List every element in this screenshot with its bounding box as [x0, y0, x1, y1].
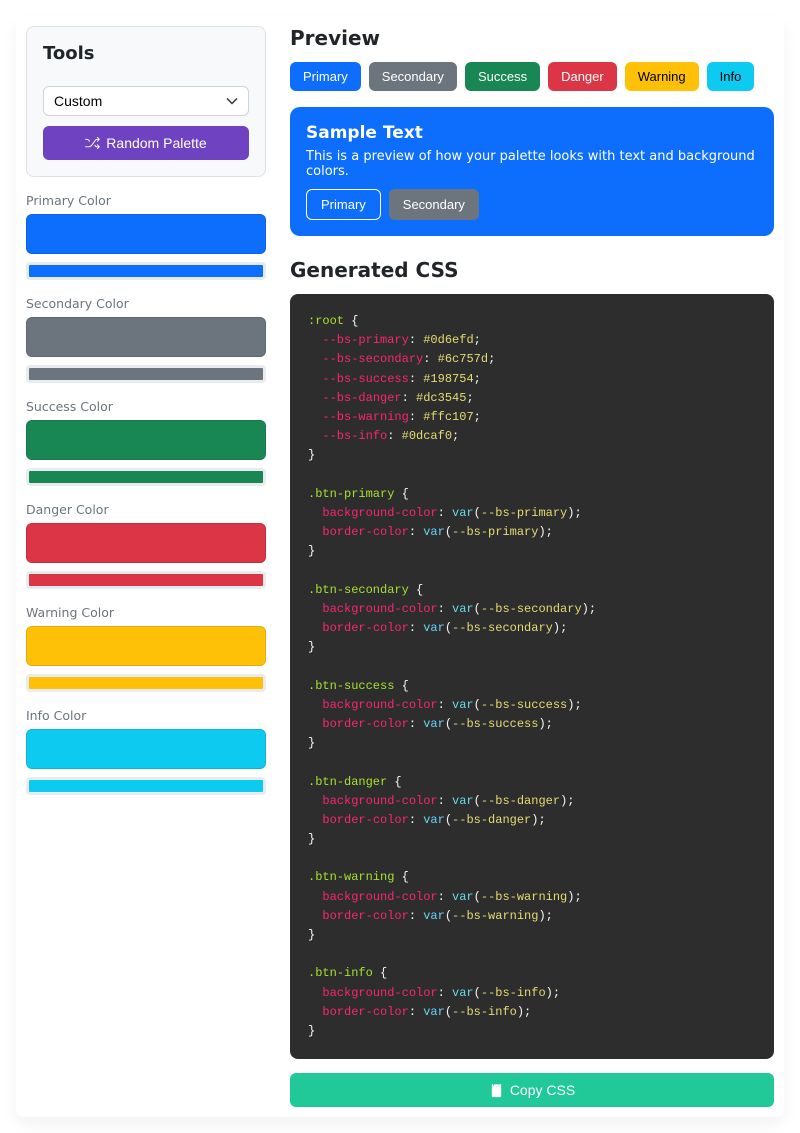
generated-css-output[interactable]: :root { --bs-primary: #0d6efd; --bs-seco… [290, 294, 774, 1059]
app-shell: Tools Custom Random Palette Primary Colo… [16, 16, 784, 1117]
preview-btn-info[interactable]: Info [707, 62, 755, 91]
primary-swatch[interactable] [26, 214, 266, 254]
tools-title: Tools [43, 43, 249, 64]
info-color-input[interactable] [26, 777, 266, 795]
preview-btn-warning[interactable]: Warning [625, 62, 699, 91]
preview-btn-primary[interactable]: Primary [290, 62, 361, 91]
preview-buttons: Primary Secondary Success Danger Warning… [290, 62, 774, 91]
shuffle-icon [85, 136, 100, 151]
tools-card: Tools Custom Random Palette [26, 26, 266, 177]
danger-color-group: Danger Color [26, 502, 266, 589]
sample-body: This is a preview of how your palette lo… [306, 149, 758, 179]
success-label: Success Color [26, 399, 266, 414]
copy-css-button[interactable]: Copy CSS [290, 1073, 774, 1107]
preview-title: Preview [290, 26, 774, 50]
secondary-swatch[interactable] [26, 317, 266, 357]
sample-btn-secondary[interactable]: Secondary [389, 189, 479, 220]
info-color-group: Info Color [26, 708, 266, 795]
warning-color-group: Warning Color [26, 605, 266, 692]
warning-color-input[interactable] [26, 674, 266, 692]
preview-btn-danger[interactable]: Danger [548, 62, 617, 91]
secondary-label: Secondary Color [26, 296, 266, 311]
secondary-color-input[interactable] [26, 365, 266, 383]
danger-label: Danger Color [26, 502, 266, 517]
success-color-group: Success Color [26, 399, 266, 486]
preview-btn-success[interactable]: Success [465, 62, 540, 91]
primary-color-group: Primary Color [26, 193, 266, 280]
copy-css-label: Copy CSS [510, 1082, 575, 1098]
success-swatch[interactable] [26, 420, 266, 460]
sample-card: Sample Text This is a preview of how you… [290, 107, 774, 236]
secondary-color-group: Secondary Color [26, 296, 266, 383]
danger-swatch[interactable] [26, 523, 266, 563]
success-color-input[interactable] [26, 468, 266, 486]
preset-select[interactable]: Custom [43, 86, 249, 116]
info-label: Info Color [26, 708, 266, 723]
random-palette-button[interactable]: Random Palette [43, 126, 249, 160]
generated-title: Generated CSS [290, 258, 774, 282]
primary-color-input[interactable] [26, 262, 266, 280]
clipboard-icon [489, 1083, 504, 1098]
random-palette-label: Random Palette [106, 135, 206, 151]
warning-swatch[interactable] [26, 626, 266, 666]
main: Preview Primary Secondary Success Danger… [290, 26, 774, 1107]
info-swatch[interactable] [26, 729, 266, 769]
sample-title: Sample Text [306, 123, 758, 143]
sidebar: Tools Custom Random Palette Primary Colo… [26, 26, 266, 1107]
primary-label: Primary Color [26, 193, 266, 208]
warning-label: Warning Color [26, 605, 266, 620]
danger-color-input[interactable] [26, 571, 266, 589]
sample-btn-primary[interactable]: Primary [306, 189, 381, 220]
preview-btn-secondary[interactable]: Secondary [369, 62, 457, 91]
